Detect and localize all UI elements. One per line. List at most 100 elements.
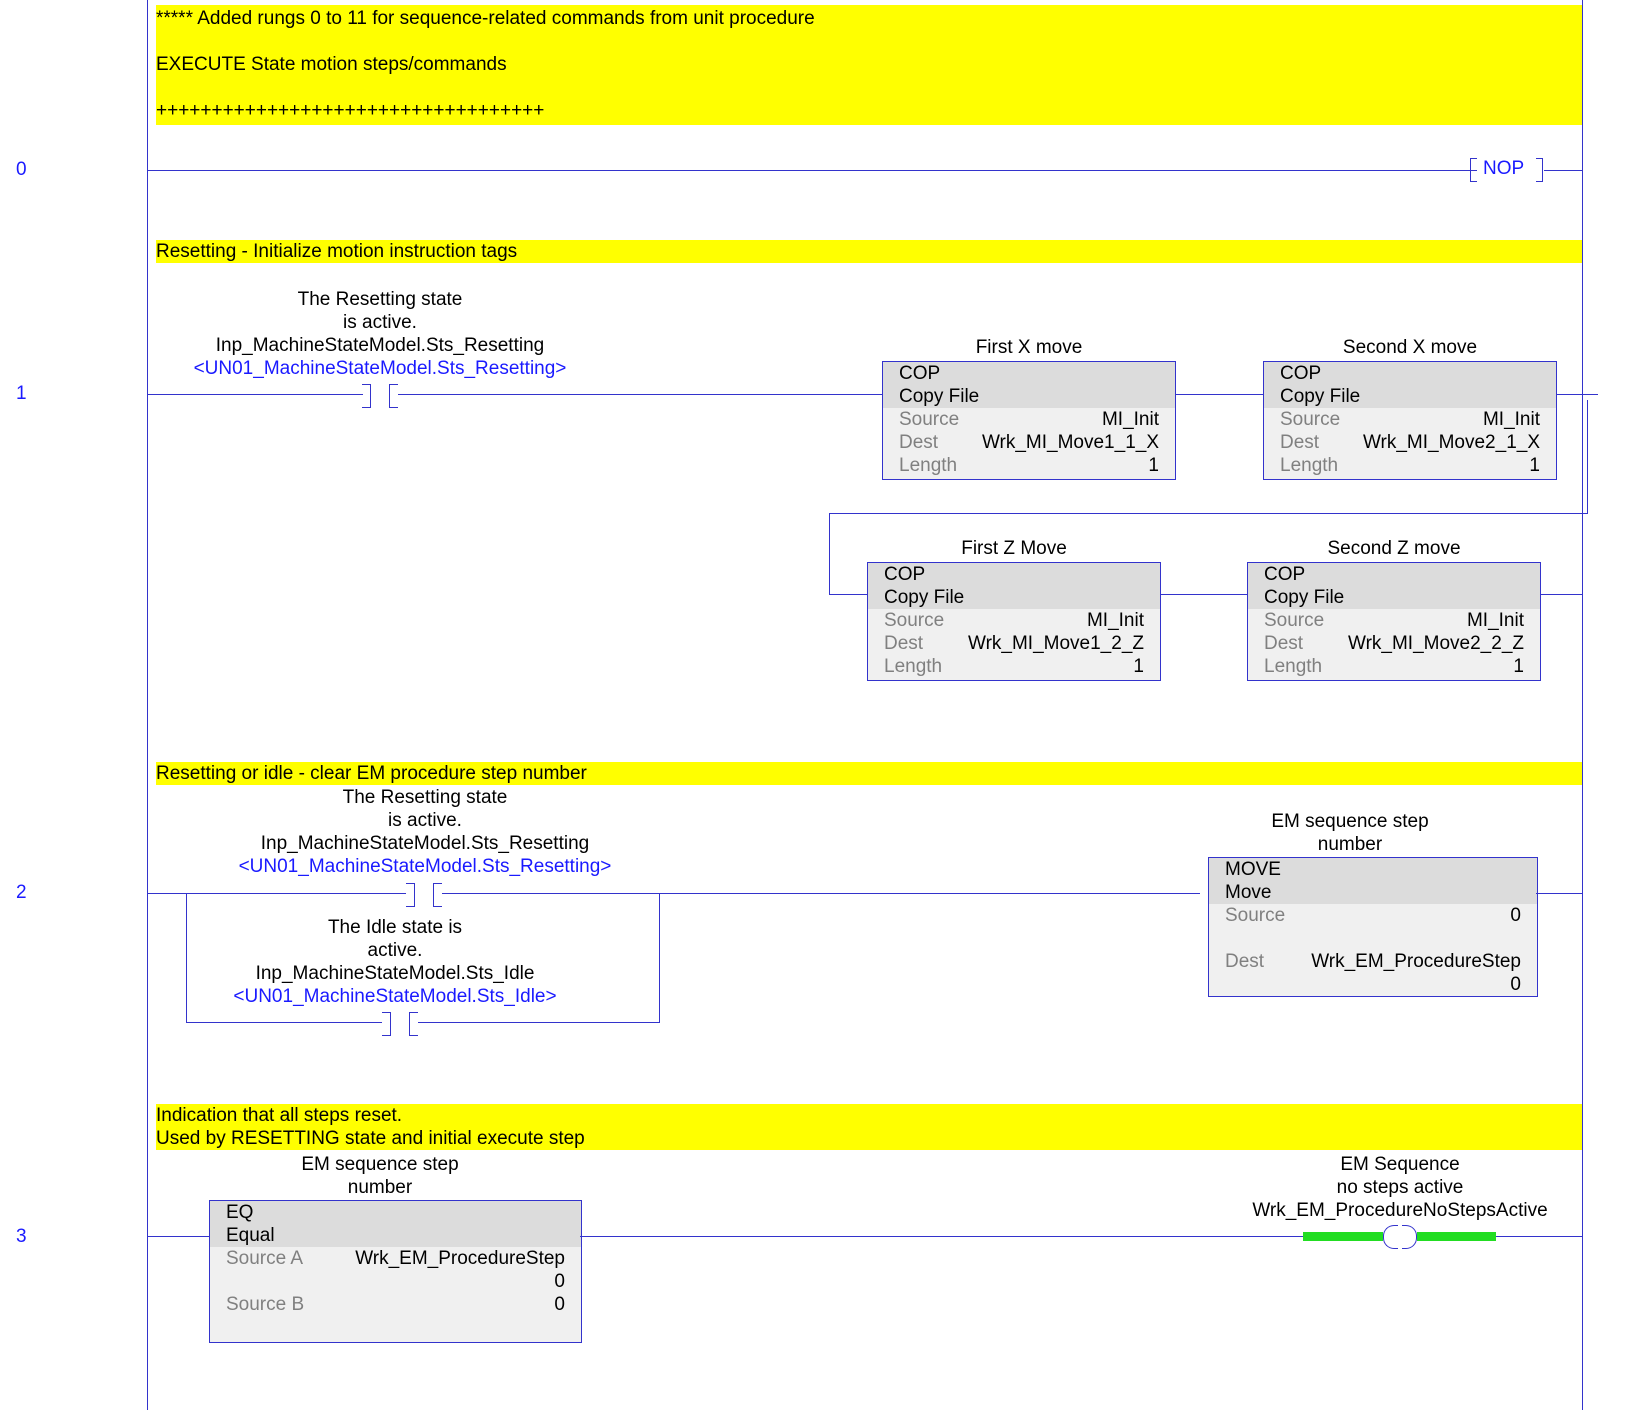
cop-1-title: First X move (975, 337, 1083, 358)
cop-1-name: Copy File (883, 385, 1175, 408)
cop-3-dest[interactable]: Wrk_MI_Move1_2_Z (968, 632, 1144, 655)
move-dest-label: Dest (1225, 951, 1265, 972)
cop-4-name: Copy File (1248, 586, 1540, 609)
rung-1-comment[interactable]: Resetting - Initialize motion instructio… (156, 240, 1582, 263)
rung-0-wire-end (1544, 170, 1582, 171)
rung-1-wire-g (1534, 594, 1582, 595)
cop-4-dest[interactable]: Wrk_MI_Move2_2_Z (1348, 632, 1524, 655)
rung-2-wire-c (1536, 893, 1582, 894)
eq-source-b[interactable]: 0 (554, 1293, 565, 1316)
move-title: EM sequence step number (1271, 811, 1429, 855)
cop-4-title: Second Z move (1327, 538, 1461, 559)
rung-2-xic-contact-idle[interactable] (382, 1012, 418, 1036)
cop-4-source[interactable]: MI_Init (1467, 609, 1524, 632)
cop-1-source-label: Source (899, 409, 960, 430)
rung-0-wire (147, 170, 1477, 171)
cop-1-mnemonic: COP (883, 362, 1175, 385)
rung-2-contact-1-description: The Resetting state is active. Inp_Machi… (238, 787, 612, 877)
cop-block-second-x[interactable]: COP Copy File Source MI_Init Dest Wrk_MI_M… (1263, 361, 1557, 480)
cop-1-length[interactable]: 1 (1148, 454, 1159, 477)
cop-1-dest[interactable]: Wrk_MI_Move1_1_X (982, 431, 1159, 454)
rung-3-comment[interactable]: Indication that all steps reset. Used by… (156, 1104, 1582, 1150)
rung-2-number[interactable]: 2 (16, 882, 27, 904)
cop-4-dest-label: Dest (1264, 633, 1304, 654)
coil-description: EM Sequence no steps active Wrk_EM_Proce… (1252, 1154, 1548, 1221)
branch-right-vertical (1582, 394, 1583, 514)
cop-3-title: First Z Move (961, 538, 1067, 559)
eq-mnemonic: EQ (210, 1201, 581, 1224)
nop-left-bracket (1470, 158, 1477, 182)
cop-4-length-label: Length (1264, 656, 1323, 677)
cop-3-length[interactable]: 1 (1133, 655, 1144, 678)
cop-2-name: Copy File (1264, 385, 1556, 408)
cop-2-source-label: Source (1280, 409, 1341, 430)
cop-2-dest[interactable]: Wrk_MI_Move2_1_X (1363, 431, 1540, 454)
or-branch-wire-a (186, 1022, 382, 1023)
eq-title: EM sequence step number (301, 1154, 459, 1198)
move-block[interactable]: MOVE Move Source 0 Dest Wrk_EM_ProcedureSt… (1208, 857, 1538, 997)
move-name: Move (1209, 881, 1537, 904)
rung-1-wire-c (1175, 394, 1265, 395)
rung-2-contact-2-description: The Idle state is active. Inp_MachineSta… (233, 917, 557, 1007)
cop-3-dest-label: Dest (884, 633, 924, 654)
rung-1-wire-b (398, 394, 882, 395)
cop-4-source-label: Source (1264, 610, 1325, 631)
cop-3-source[interactable]: MI_Init (1087, 609, 1144, 632)
cop-1-length-label: Length (899, 455, 958, 476)
eq-source-a-value: 0 (554, 1271, 565, 1292)
rung-1-wire-f (1159, 594, 1249, 595)
or-branch-left (186, 893, 187, 1023)
cop-3-mnemonic: COP (868, 563, 1160, 586)
rung-1-wire-a (147, 394, 363, 395)
nop-right-bracket (1536, 158, 1543, 182)
move-source-label: Source (1225, 905, 1286, 926)
rung-3-number[interactable]: 3 (16, 1226, 27, 1248)
cop-4-length[interactable]: 1 (1513, 655, 1524, 678)
rung-1-wire-e (829, 594, 867, 595)
nop-instruction[interactable]: NOP (1470, 158, 1544, 182)
branch-continuation (829, 513, 1587, 514)
or-branch-right (659, 893, 660, 1023)
branch-right-vertical-2 (1587, 400, 1588, 514)
cop-2-source[interactable]: MI_Init (1483, 408, 1540, 431)
rung-1-number[interactable]: 1 (16, 383, 27, 405)
branch-left-vertical (829, 513, 830, 595)
cop-3-source-label: Source (884, 610, 945, 631)
or-branch-wire-b (418, 1022, 660, 1023)
rung-0-comment[interactable]: ***** Added rungs 0 to 11 for sequence-r… (156, 5, 1582, 125)
cop-4-mnemonic: COP (1248, 563, 1540, 586)
rung-1-wire-d (1550, 394, 1598, 395)
cop-2-length[interactable]: 1 (1529, 454, 1540, 477)
coil-energized-left (1303, 1232, 1383, 1241)
rung-2-xic-contact-resetting[interactable] (406, 883, 442, 907)
nop-label: NOP (1483, 158, 1525, 179)
cop-block-second-z[interactable]: COP Copy File Source MI_Init Dest Wrk_MI_M… (1247, 562, 1541, 681)
cop-3-length-label: Length (884, 656, 943, 677)
rung-1-xic-contact[interactable] (362, 384, 398, 408)
left-power-rail (147, 0, 148, 1410)
move-mnemonic: MOVE (1209, 858, 1537, 881)
cop-2-length-label: Length (1280, 455, 1339, 476)
ote-coil[interactable] (1383, 1225, 1417, 1249)
rung-3-wire-a (147, 1236, 209, 1237)
cop-3-name: Copy File (868, 586, 1160, 609)
rung-2-wire-b (442, 893, 1200, 894)
cop-2-mnemonic: COP (1264, 362, 1556, 385)
eq-source-a-label: Source A (226, 1248, 304, 1269)
move-source[interactable]: 0 (1510, 904, 1521, 927)
eq-name: Equal (210, 1224, 581, 1247)
rung-1-contact-description: The Resetting state is active. Inp_Machi… (193, 289, 567, 379)
cop-2-title: Second X move (1342, 337, 1478, 358)
eq-source-a[interactable]: Wrk_EM_ProcedureStep (355, 1247, 565, 1270)
rung-0-number[interactable]: 0 (16, 159, 27, 181)
eq-source-b-label: Source B (226, 1294, 305, 1315)
move-dest-value: 0 (1510, 974, 1521, 995)
move-dest[interactable]: Wrk_EM_ProcedureStep (1311, 950, 1521, 973)
cop-1-dest-label: Dest (899, 432, 939, 453)
cop-block-first-x[interactable]: COP Copy File Source MI_Init Dest Wrk_MI_M… (882, 361, 1176, 480)
cop-block-first-z[interactable]: COP Copy File Source MI_Init Dest Wrk_MI_M… (867, 562, 1161, 681)
coil-energized-right (1416, 1232, 1496, 1241)
cop-1-source[interactable]: MI_Init (1102, 408, 1159, 431)
rung-2-comment[interactable]: Resetting or idle - clear EM procedure s… (156, 762, 1582, 785)
eq-block[interactable]: EQ Equal Source A Wrk_EM_ProcedureStep 0 … (209, 1200, 582, 1343)
